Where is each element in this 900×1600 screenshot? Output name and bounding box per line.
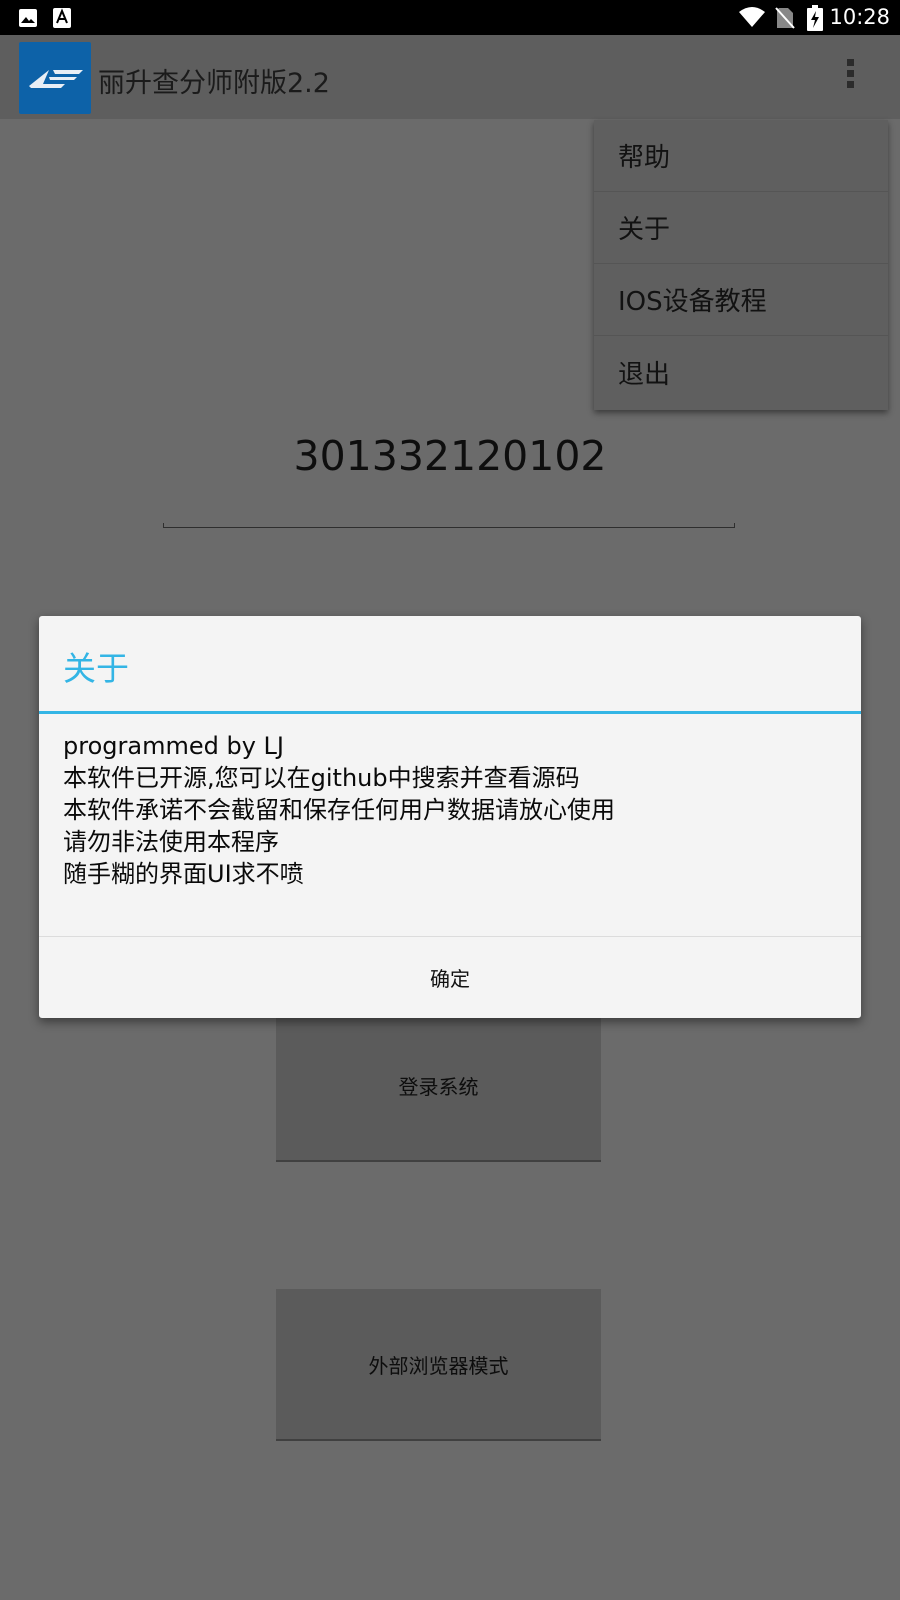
student-id-field[interactable]: 301332120102 <box>0 432 900 480</box>
app-title: 丽升查分师附版2.2 <box>98 68 330 99</box>
battery-charging-icon <box>807 5 823 35</box>
dialog-message: programmed by LJ 本软件已开源,您可以在github中搜索并查看… <box>63 730 843 890</box>
menu-item-help[interactable]: 帮助 <box>594 120 888 192</box>
dialog-line: 随手糊的界面UI求不喷 <box>63 860 304 888</box>
dialog-line: programmed by LJ <box>63 732 284 760</box>
app-logo-icon <box>19 42 91 114</box>
image-icon <box>18 8 38 32</box>
login-button[interactable]: 登录系统 <box>276 1010 601 1162</box>
wifi-icon <box>738 6 766 32</box>
font-icon <box>53 8 71 32</box>
external-browser-button[interactable]: 外部浏览器模式 <box>276 1289 601 1441</box>
clock: 10:28 <box>829 5 890 29</box>
no-sim-icon <box>775 7 795 33</box>
status-bar: 10:28 <box>0 0 900 35</box>
input-underline <box>163 523 735 528</box>
ok-button[interactable]: 确定 <box>39 937 861 1018</box>
menu-item-exit[interactable]: 退出 <box>594 336 888 408</box>
action-bar: 丽升查分师附版2.2 <box>0 35 900 119</box>
dialog-line: 本软件承诺不会截留和保存任何用户数据请放心使用 <box>63 796 615 824</box>
dialog-line: 请勿非法使用本程序 <box>63 828 279 856</box>
dialog-line: 本软件已开源,您可以在github中搜索并查看源码 <box>63 764 580 792</box>
menu-item-about[interactable]: 关于 <box>594 192 888 264</box>
menu-item-ios-tutorial[interactable]: IOS设备教程 <box>594 264 888 336</box>
overflow-menu: 帮助 关于 IOS设备教程 退出 <box>594 120 888 410</box>
more-vert-icon[interactable] <box>840 59 860 95</box>
dialog-title: 关于 <box>63 649 129 688</box>
dialog-title-divider <box>39 711 861 714</box>
about-dialog: 关于 programmed by LJ 本软件已开源,您可以在github中搜索… <box>39 616 861 1018</box>
